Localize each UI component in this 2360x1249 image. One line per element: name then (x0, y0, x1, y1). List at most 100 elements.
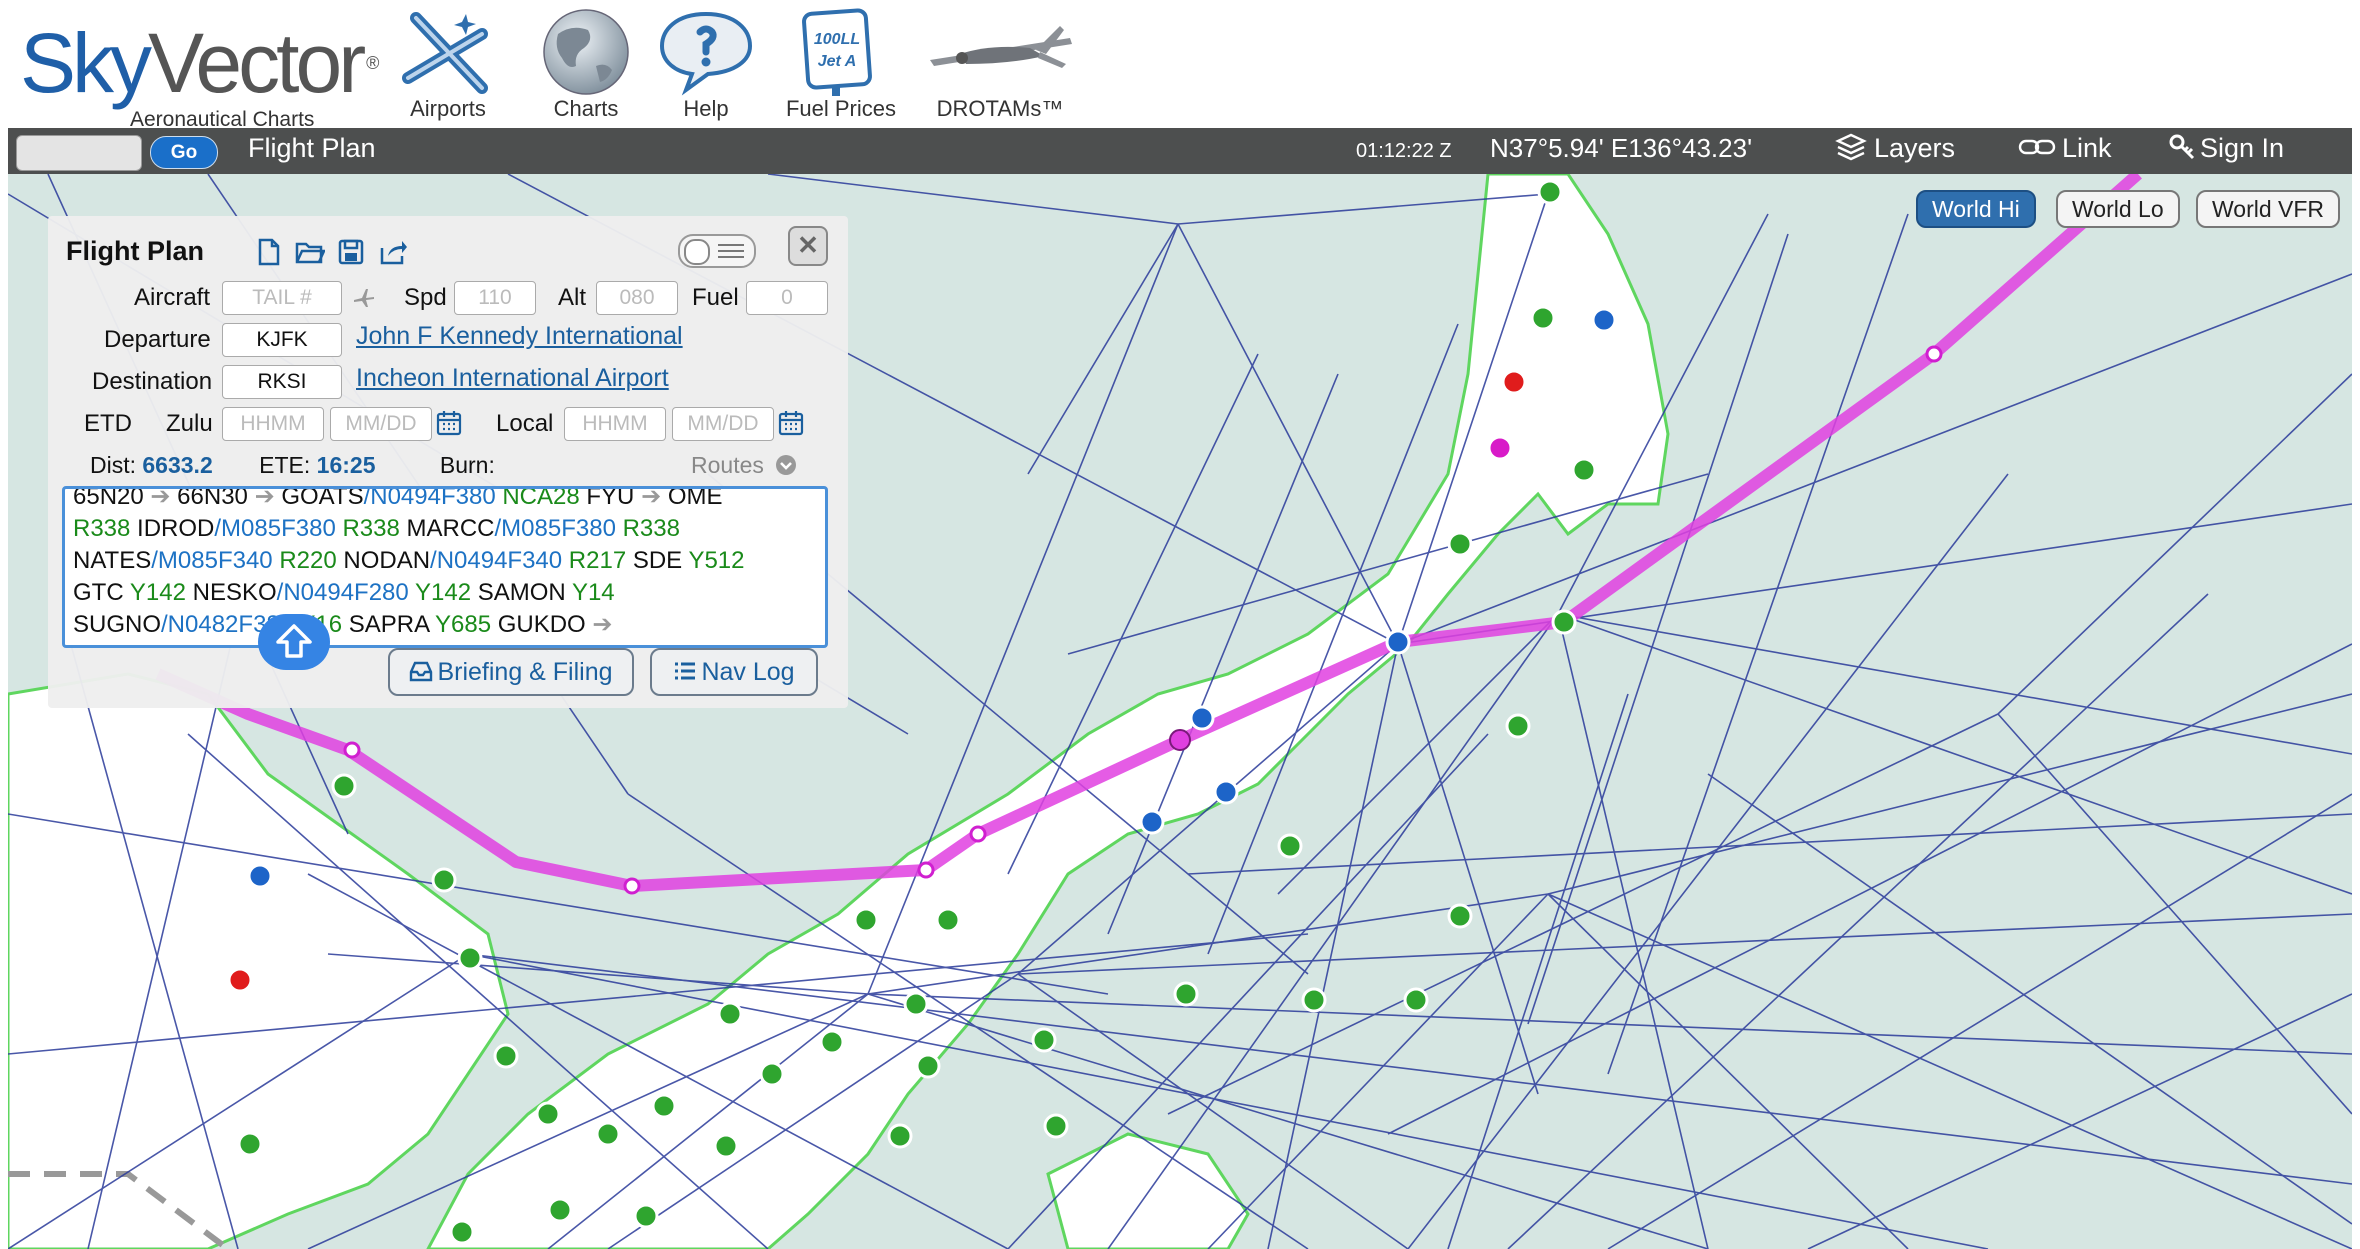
fuel-label: Fuel (692, 284, 739, 311)
flight-plan-tab[interactable]: Flight Plan (248, 133, 376, 164)
svg-text:100LL: 100LL (814, 31, 860, 48)
zulu-time-input[interactable]: HHMM (222, 407, 324, 441)
scroll-up-button[interactable] (258, 614, 330, 670)
departure-input[interactable]: KJFK (222, 323, 342, 357)
chart-world-hi-button[interactable]: World Hi (1916, 190, 2036, 228)
route-token: SDE (632, 547, 689, 574)
route-token: R220 (279, 547, 344, 574)
route-token: GOATS (281, 486, 364, 510)
zulu-label: Zulu (166, 410, 213, 437)
routes-dropdown[interactable]: Routes (691, 452, 798, 479)
route-token: NESKO (192, 579, 277, 606)
route-line: NATES/M085F340 R220 NODAN/N0494F340 R217… (73, 545, 813, 577)
route-token: /N0494F280 (276, 579, 415, 606)
local-date-input[interactable]: MM/DD (672, 407, 774, 441)
list-icon (675, 662, 696, 680)
nav-log-button[interactable]: Nav Log (650, 648, 818, 696)
link-button[interactable]: Link (2018, 133, 2112, 164)
route-token: 66N30 (177, 486, 255, 510)
route-token: R338 (73, 515, 138, 542)
route-text: 65N20 ➔ 66N30 ➔ GOATS/N0494F380 NCA28 FY… (73, 486, 813, 641)
zulu-date-input[interactable]: MM/DD (330, 407, 432, 441)
route-token: /N0494F340 (430, 547, 569, 574)
sign-in-button[interactable]: Sign In (2168, 133, 2284, 164)
route-token: SAPRA (348, 611, 435, 638)
destination-input[interactable]: RKSI (222, 365, 342, 399)
drone-icon (930, 26, 1072, 68)
route-token: IDROD (137, 515, 215, 542)
route-token: Y142 (414, 579, 478, 606)
svg-text:Jet A: Jet A (818, 53, 857, 70)
route-line: GTC Y142 NESKO/N0494F280 Y142 SAMON Y14 (73, 577, 813, 609)
route-token: ➔ (150, 486, 178, 510)
briefing-filing-button[interactable]: Briefing & Filing (388, 648, 634, 696)
local-time-input[interactable]: HHMM (564, 407, 666, 441)
save-icon[interactable] (337, 238, 367, 266)
nav-log-label: Nav Log (701, 658, 795, 686)
new-file-icon[interactable] (254, 238, 284, 266)
burn-label: Burn: (439, 452, 495, 478)
route-token: NODAN (343, 547, 431, 574)
nav-drotams[interactable]: DROTAMs™ (920, 8, 1080, 122)
route-textarea[interactable]: 65N20 ➔ 66N30 ➔ GOATS/N0494F380 NCA28 FY… (62, 486, 828, 648)
chevron-down-circle-icon (776, 455, 797, 475)
route-stats: Dist: 6633.2 ETE: 16:25 Burn: (90, 452, 495, 479)
route-token: SAMON (477, 579, 572, 606)
aircraft-tail-input[interactable]: TAIL # (222, 281, 342, 315)
flight-plan-panel: Flight Plan ✕ Aircraft TAIL # Spd 110 Al… (48, 216, 848, 708)
flight-plan-mode-toggle[interactable] (678, 234, 756, 268)
skyvector-logo[interactable]: SkyVector ® Aeronautical Charts (20, 16, 380, 131)
route-token: GTC (73, 579, 130, 606)
route-token: Y685 (435, 611, 498, 638)
search-input[interactable] (16, 135, 142, 171)
arrow-up-icon (276, 624, 312, 658)
zulu-calendar-icon[interactable] (436, 410, 462, 441)
nav-charts-label: Charts (553, 96, 619, 121)
close-button[interactable]: ✕ (788, 226, 828, 266)
nav-fuel-prices-label: Fuel Prices (785, 96, 897, 121)
chart-world-vfr-button[interactable]: World VFR (2196, 190, 2341, 228)
link-icon (2018, 139, 2056, 155)
route-token: ➔ (254, 486, 282, 510)
route-token: ➔ (592, 611, 613, 638)
fuel-input[interactable]: 0 (746, 281, 828, 315)
chart-world-lo-button[interactable]: World Lo (2056, 190, 2180, 228)
nav-charts[interactable]: Charts (536, 8, 636, 122)
nav-drotams-label: DROTAMs™ (936, 96, 1064, 121)
nav-airports[interactable]: Airports (398, 8, 498, 122)
local-label: Local (496, 410, 554, 437)
list-icon (718, 244, 744, 258)
inbox-icon (410, 661, 433, 682)
fuel-sign-icon: 100LL Jet A (802, 8, 872, 96)
nav-fuel-prices[interactable]: 100LL Jet A Fuel Prices (776, 8, 906, 122)
departure-airport-link[interactable]: John F Kennedy International (356, 322, 683, 351)
route-line: R338 IDROD/M085F380 R338 MARCC/M085F380 … (73, 513, 813, 545)
alt-label: Alt (558, 284, 587, 311)
briefing-filing-label: Briefing & Filing (437, 658, 613, 686)
airports-icon (402, 12, 488, 94)
routes-label: Routes (691, 452, 764, 478)
share-icon[interactable] (378, 238, 408, 266)
local-calendar-icon[interactable] (778, 410, 804, 441)
ete-label: ETE: (259, 452, 311, 478)
zulu-clock: 01:12:22 Z (1356, 140, 1452, 162)
departure-label: Departure (104, 326, 211, 353)
route-token: /N0494F380 (363, 486, 503, 510)
open-folder-icon[interactable] (295, 238, 327, 266)
layers-button[interactable]: Layers (1834, 133, 1955, 164)
route-line: 65N20 ➔ 66N30 ➔ GOATS/N0494F380 NCA28 FY… (73, 486, 813, 513)
route-line: SUGNO/N0482F380 Y16 SAPRA Y685 GUKDO ➔ (73, 609, 813, 641)
speed-input[interactable]: 110 (454, 281, 536, 315)
aircraft-plane-icon[interactable] (352, 286, 376, 315)
route-token: ➔ (641, 486, 668, 510)
go-button[interactable]: Go (150, 136, 218, 169)
dist-label: Dist: (90, 452, 136, 478)
link-label: Link (2062, 133, 2112, 163)
destination-airport-link[interactable]: Incheon International Airport (356, 364, 669, 393)
altitude-input[interactable]: 080 (596, 281, 678, 315)
route-token: R217 (568, 547, 633, 574)
logo-sky-text: Sky (20, 16, 152, 110)
flight-plan-title: Flight Plan (66, 236, 204, 266)
logo-vector-text: Vector (148, 16, 366, 110)
nav-help[interactable]: Help (656, 8, 756, 122)
